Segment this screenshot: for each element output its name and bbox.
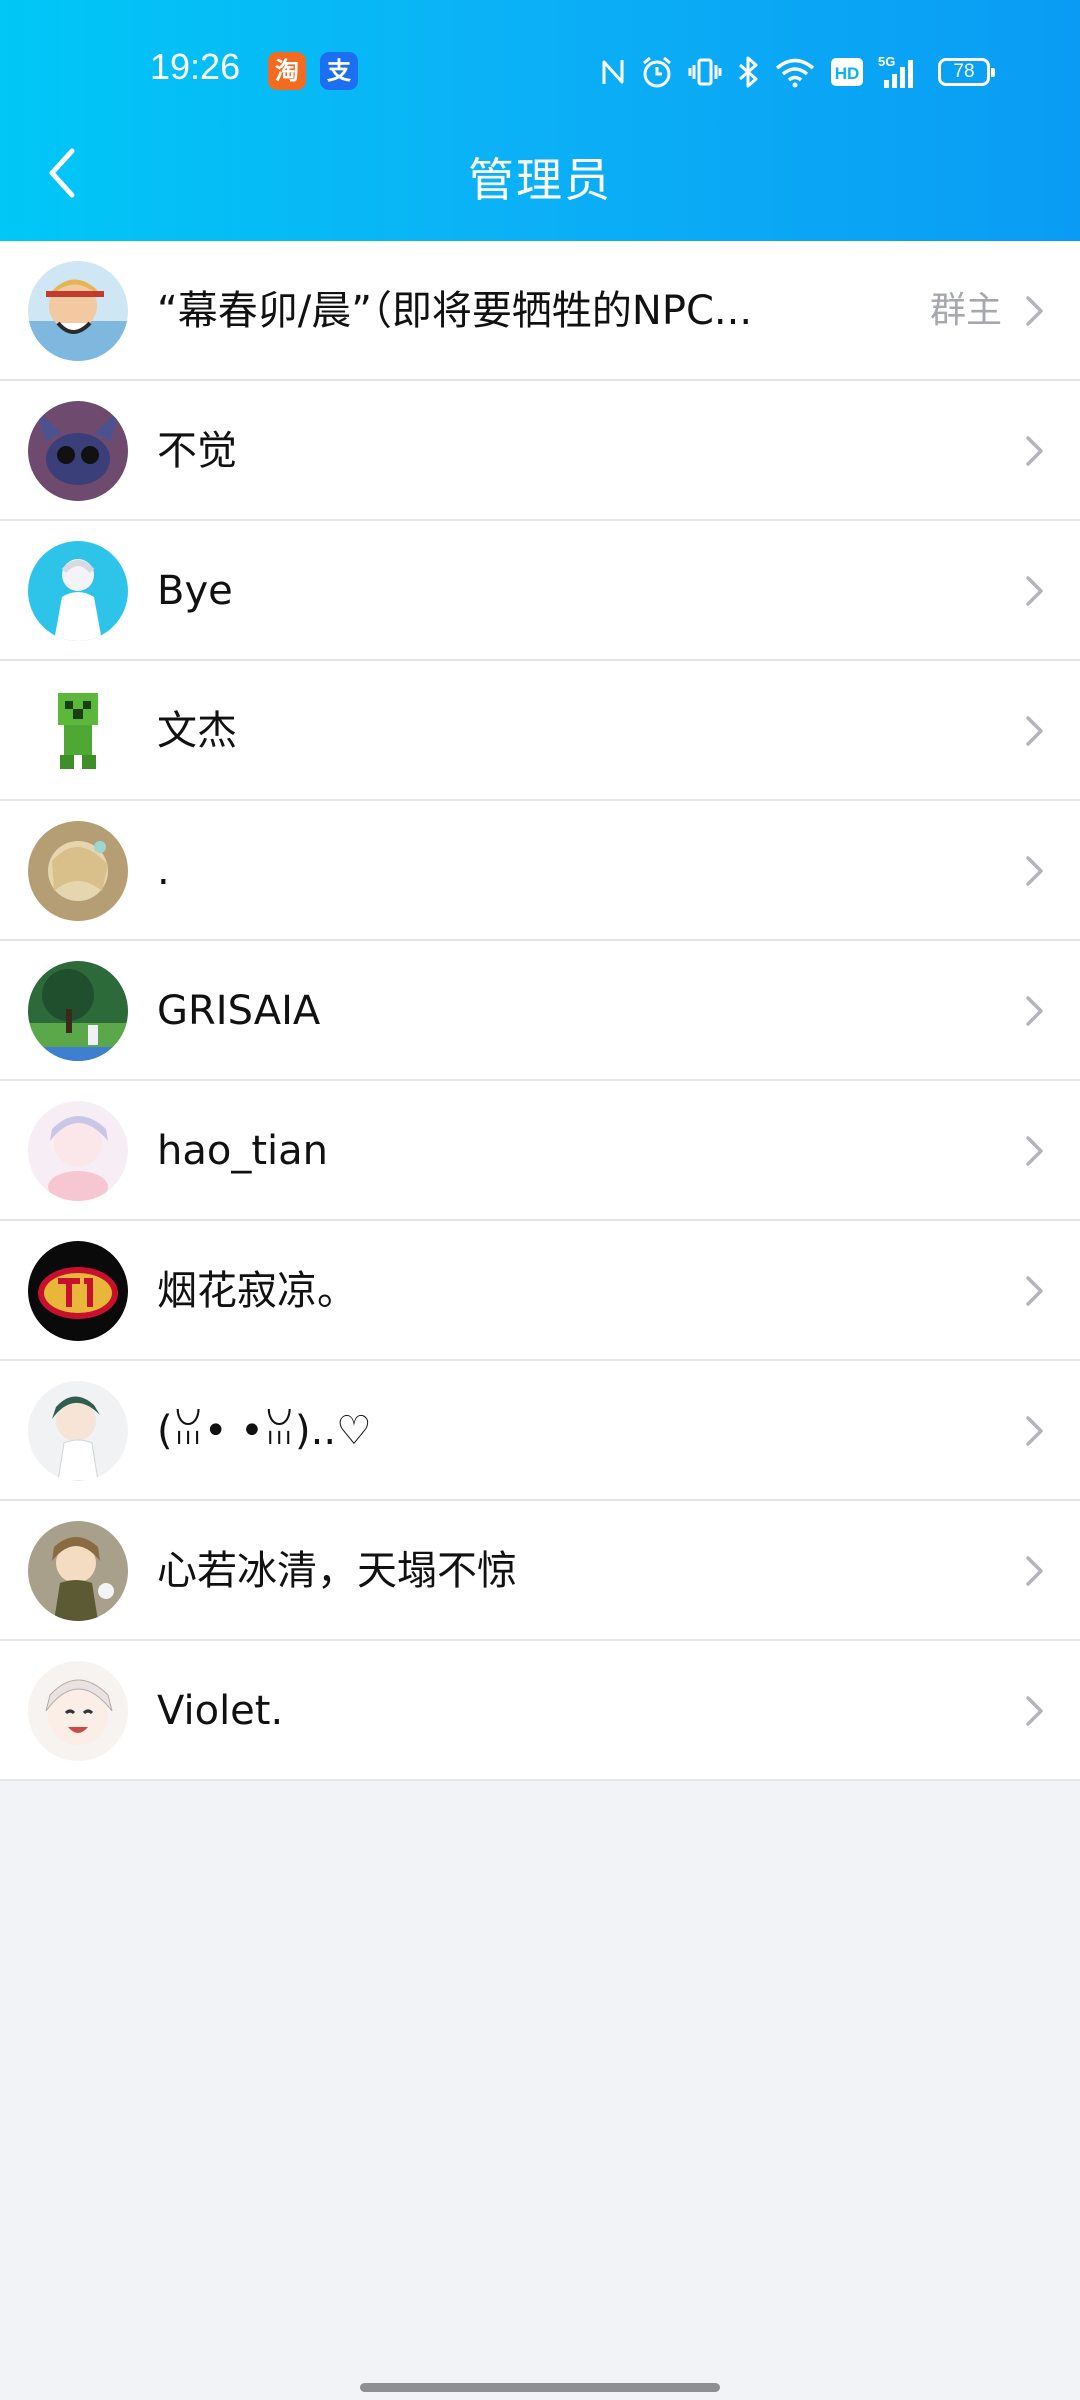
avatar (28, 1521, 128, 1621)
admin-row[interactable]: “幕春卯/晨”（即将要牺牲的NPC... 群主 (0, 241, 1080, 381)
avatar (28, 1381, 128, 1481)
alipay-icon: 支 (320, 52, 358, 90)
taobao-icon: 淘 (268, 52, 306, 90)
hd-icon: HD (830, 57, 864, 87)
admin-name: Violet. (157, 1688, 284, 1734)
status-time: 19:26 (150, 46, 241, 87)
header-bar: 19:26 淘 支 HD 5G 78 管理员 (0, 0, 1080, 241)
chevron-right-icon (1026, 436, 1043, 466)
hd-label: HD (835, 64, 860, 83)
chevron-right-icon (1026, 1416, 1043, 1446)
avatar (28, 681, 128, 781)
admin-row[interactable]: 心若冰清，天塌不惊 (0, 1501, 1080, 1641)
chevron-right-icon (1026, 1276, 1043, 1306)
page-title: 管理员 (468, 153, 612, 207)
admin-name: 心若冰清，天塌不惊 (157, 1548, 517, 1594)
battery-indicator: 78 (938, 58, 995, 86)
chevron-right-icon (1026, 1696, 1043, 1726)
owner-badge: 群主 (929, 290, 1002, 331)
avatar (28, 1101, 128, 1201)
admin-row[interactable]: Violet. (0, 1641, 1080, 1781)
admin-name: GRISAIA (157, 988, 321, 1034)
admin-row[interactable]: Bye (0, 521, 1080, 661)
admin-row[interactable]: . (0, 801, 1080, 941)
admin-name: (ꈍ• •ꈍ)..♡ (157, 1408, 372, 1454)
status-bar: 19:26 淘 支 HD 5G 78 (0, 0, 1080, 140)
chevron-right-icon (1026, 1556, 1043, 1586)
chevron-right-icon (1026, 716, 1043, 746)
signal-5g-icon: 5G (878, 54, 916, 90)
avatar (28, 541, 128, 641)
admin-row[interactable]: 不觉 (0, 381, 1080, 521)
admin-name: hao_tian (157, 1128, 328, 1174)
admin-row[interactable]: 文杰 (0, 661, 1080, 801)
chevron-right-icon (1026, 296, 1043, 326)
vibrate-icon (688, 55, 722, 89)
admin-row[interactable]: 烟花寂凉。 (0, 1221, 1080, 1361)
home-indicator[interactable] (360, 2383, 720, 2392)
avatar (28, 401, 128, 501)
admin-name: 文杰 (157, 708, 237, 754)
wifi-icon (774, 56, 816, 88)
avatar (28, 821, 128, 921)
network-label: 5G (878, 54, 895, 69)
avatar (28, 261, 128, 361)
admin-name: 烟花寂凉。 (157, 1268, 357, 1314)
chevron-right-icon (1026, 996, 1043, 1026)
admin-row[interactable]: GRISAIA (0, 941, 1080, 1081)
chevron-right-icon (1026, 856, 1043, 886)
chevron-right-icon (1026, 1136, 1043, 1166)
avatar (28, 1661, 128, 1761)
admin-name: Bye (157, 568, 233, 614)
chevron-right-icon (1026, 576, 1043, 606)
status-icons: HD 5G 78 (600, 50, 995, 94)
nfc-icon (600, 56, 626, 88)
admin-row[interactable]: (ꈍ• •ꈍ)..♡ (0, 1361, 1080, 1501)
admin-name: “幕春卯/晨”（即将要牺牲的NPC... (157, 288, 753, 334)
admin-row[interactable]: hao_tian (0, 1081, 1080, 1221)
admin-list: “幕春卯/晨”（即将要牺牲的NPC... 群主 不觉 Bye 文杰 . GRIS… (0, 241, 1080, 1781)
avatar (28, 961, 128, 1061)
admin-name: . (157, 848, 170, 894)
bluetooth-icon (736, 55, 760, 89)
avatar (28, 1241, 128, 1341)
admin-name: 不觉 (157, 428, 237, 474)
alarm-icon (640, 55, 674, 89)
